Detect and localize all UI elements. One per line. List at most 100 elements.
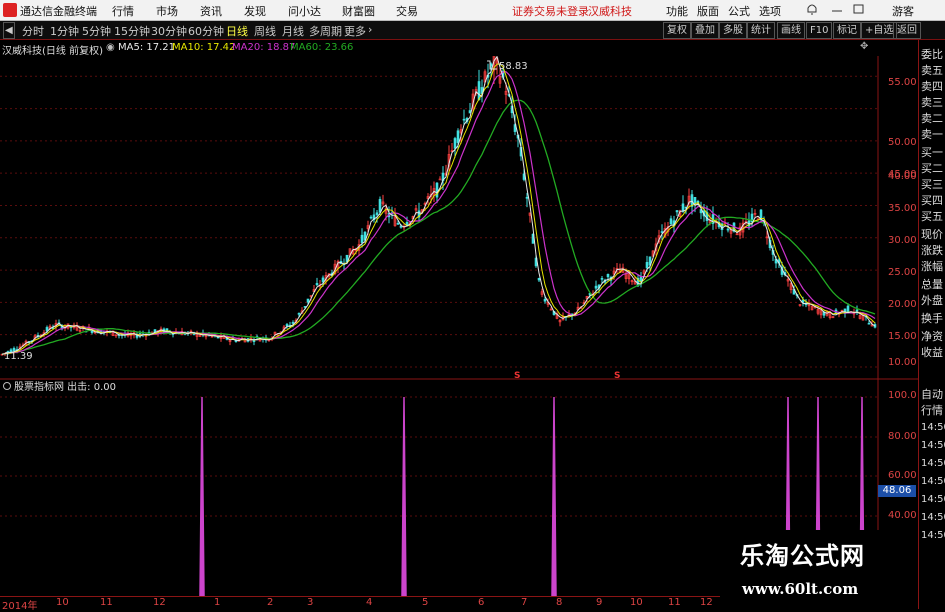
chart-tool-icon[interactable]: ✥ bbox=[860, 41, 868, 52]
quote-field: 买三 bbox=[921, 178, 943, 191]
indicator-settings-icon[interactable] bbox=[3, 382, 11, 390]
app-name: 通达信金融终端 bbox=[20, 5, 97, 18]
quote-field: 净资 bbox=[921, 330, 943, 343]
menu-item-wealth[interactable]: 财富圈 bbox=[342, 3, 375, 19]
quote-field: 买一 bbox=[921, 146, 943, 159]
quote-field: 涨幅 bbox=[921, 260, 943, 273]
period-tab[interactable]: 30分钟 bbox=[151, 23, 187, 39]
date-tick: 11 bbox=[100, 597, 113, 608]
ma60-label: MA60: 23.66 bbox=[290, 42, 354, 53]
menu-layout[interactable]: 版面 bbox=[697, 3, 719, 19]
indicator-spike bbox=[551, 396, 557, 596]
quote-field: 买二 bbox=[921, 162, 943, 175]
period-tab-active[interactable]: 日线 bbox=[226, 23, 248, 39]
candle-body bbox=[378, 199, 382, 213]
candle-body bbox=[669, 218, 673, 225]
menu-formula[interactable]: 公式 bbox=[728, 3, 750, 19]
indicator-spike bbox=[401, 396, 407, 596]
period-tab[interactable]: 周线 bbox=[254, 23, 276, 39]
candle-body bbox=[645, 262, 649, 269]
period-tab[interactable]: 多周期 bbox=[309, 23, 342, 39]
chart-canvas[interactable]: 58.83 11.39 S S 股票指标网 出击: 0.00 bbox=[0, 56, 918, 596]
watermark-title: 乐淘公式网 bbox=[740, 541, 865, 570]
quote-field: 换手 bbox=[921, 312, 943, 325]
candle-body bbox=[462, 118, 466, 121]
price-tick: 10.00 bbox=[888, 357, 917, 368]
draw-line-button[interactable]: 画线 bbox=[777, 22, 805, 39]
menu-item-market[interactable]: 行情 bbox=[112, 3, 134, 19]
quote-tab[interactable]: 行情 bbox=[921, 402, 943, 418]
period-tab[interactable]: 5分钟 bbox=[82, 23, 111, 39]
date-tick: 6 bbox=[478, 597, 485, 608]
indicator-spike bbox=[199, 396, 205, 596]
candle-body bbox=[375, 212, 379, 215]
period-tab[interactable]: 分时 bbox=[22, 23, 44, 39]
candle-body bbox=[252, 340, 256, 342]
adjust-button[interactable]: 复权 bbox=[663, 22, 691, 39]
back-button[interactable]: 返回 bbox=[893, 22, 921, 39]
tick-time: 14:50 bbox=[921, 440, 945, 451]
quote-field: 卖五 bbox=[921, 64, 943, 77]
mark-button[interactable]: 标记 bbox=[833, 22, 861, 39]
period-tab[interactable]: 60分钟 bbox=[188, 23, 224, 39]
watermark-url: www.60lt.com bbox=[742, 580, 859, 598]
menu-item-discover[interactable]: 发现 bbox=[244, 3, 266, 19]
statistics-button[interactable]: 统计 bbox=[747, 22, 775, 39]
more-periods[interactable]: 更多 bbox=[344, 23, 366, 39]
sell-signal-mark: S bbox=[514, 371, 520, 381]
maximize-icon[interactable] bbox=[852, 1, 866, 15]
candle-body bbox=[456, 130, 460, 143]
tick-time: 14:50 bbox=[921, 512, 945, 523]
candle-body bbox=[306, 298, 310, 303]
candle-body bbox=[846, 305, 850, 313]
minimize-icon[interactable] bbox=[830, 1, 844, 15]
candle-body bbox=[396, 223, 400, 225]
ma20-label: MA20: 18.87 bbox=[232, 42, 296, 53]
period-tab[interactable]: 1分钟 bbox=[50, 23, 79, 39]
menu-item-exchange[interactable]: 市场 bbox=[156, 3, 178, 19]
candle-body bbox=[606, 274, 610, 278]
date-tick: 9 bbox=[596, 597, 603, 608]
bell-icon[interactable] bbox=[805, 1, 819, 15]
quote-field: 卖二 bbox=[921, 112, 943, 125]
price-tick: 25.00 bbox=[888, 267, 917, 278]
menu-options[interactable]: 选项 bbox=[759, 3, 781, 19]
quote-field: 卖四 bbox=[921, 80, 943, 93]
overlay-button[interactable]: 叠加 bbox=[691, 22, 719, 39]
current-stock-name: 汉威科技 bbox=[588, 5, 632, 18]
settings-gear-icon[interactable]: ◉ bbox=[106, 42, 115, 53]
candle-body bbox=[855, 309, 859, 312]
menu-item-trade[interactable]: 交易 bbox=[396, 3, 418, 19]
price-tick: 15.00 bbox=[888, 331, 917, 342]
site-watermark: 乐淘公式网 www.60lt.com bbox=[722, 530, 918, 609]
auto-tab[interactable]: 自动 bbox=[921, 386, 943, 402]
candle-body bbox=[867, 322, 871, 325]
date-tick: 7 bbox=[521, 597, 528, 608]
date-tick: 3 bbox=[307, 597, 314, 608]
menu-function[interactable]: 功能 bbox=[666, 3, 688, 19]
period-tab[interactable]: 15分钟 bbox=[114, 23, 150, 39]
menu-item-news[interactable]: 资讯 bbox=[200, 3, 222, 19]
date-tick: 1 bbox=[214, 597, 221, 608]
quote-field: 买五 bbox=[921, 210, 943, 223]
menu-item-ask[interactable]: 问小达 bbox=[288, 3, 321, 19]
quote-field: 委比 bbox=[921, 48, 943, 61]
tick-time: 14:50 bbox=[921, 476, 945, 487]
login-warning[interactable]: 证券交易未登录 bbox=[512, 3, 589, 19]
quote-field: 卖三 bbox=[921, 96, 943, 109]
candle-body bbox=[435, 182, 439, 198]
collapse-left-icon[interactable]: ◀ bbox=[3, 22, 15, 39]
add-watchlist-button[interactable]: +自选 bbox=[861, 22, 898, 39]
date-tick: 2 bbox=[267, 597, 274, 608]
price-tick: 30.00 bbox=[888, 235, 917, 246]
chevron-right-icon[interactable]: › bbox=[368, 23, 372, 36]
ma10-line bbox=[1, 63, 876, 355]
candle-body bbox=[297, 313, 301, 315]
date-tick: 10 bbox=[630, 597, 643, 608]
guest-user[interactable]: 游客 bbox=[892, 3, 914, 19]
candle-body bbox=[726, 228, 730, 231]
period-tab[interactable]: 月线 bbox=[282, 23, 304, 39]
multi-stock-button[interactable]: 多股 bbox=[719, 22, 747, 39]
f10-button[interactable]: F10 bbox=[806, 22, 833, 39]
indicator-tick: 60.00 bbox=[888, 470, 917, 481]
